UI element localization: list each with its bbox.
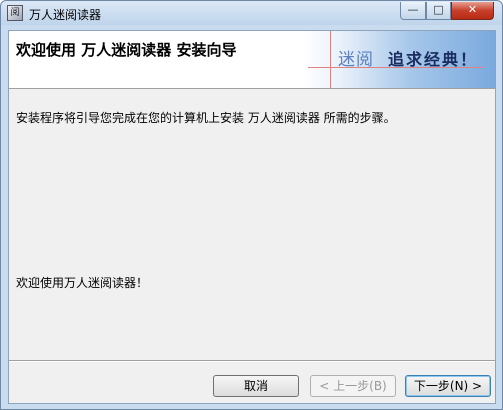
intro-text: 安装程序将引导您完成在您的计算机上安装 万人迷阅读器 所需的步骤。 [16,111,396,125]
banner-slogan-text: 追求经典！ [388,50,479,69]
app-icon: 阅 [7,5,23,21]
back-button[interactable]: < 上一步(B) [310,375,396,397]
window-title: 万人迷阅读器 [29,8,102,22]
title-bar[interactable]: 阅 万人迷阅读器 — □ ✕ [1,1,502,25]
wizard-client-area: 欢迎使用 万人迷阅读器 安装向导 迷阅 追求经典！ 安装程序将引导您完成在您的计… [8,30,496,404]
cancel-button[interactable]: 取消 [213,375,299,397]
next-button[interactable]: 下一步(N) > [405,375,491,397]
installer-window: 阅 万人迷阅读器 — □ ✕ 欢迎使用 万人迷阅读器 安装向导 迷阅 追求经典！… [0,0,503,410]
banner-vertical-line [330,31,331,88]
maximize-button[interactable]: □ [426,2,451,20]
minimize-button[interactable]: — [400,2,426,20]
wizard-header: 欢迎使用 万人迷阅读器 安装向导 迷阅 追求经典！ [9,31,495,89]
banner-brand-text: 迷阅 [338,50,374,70]
header-banner-image: 迷阅 追求经典！ [302,31,495,88]
welcome-text: 欢迎使用万人迷阅读器！ [16,276,149,290]
footer-divider [9,360,495,362]
page-title: 欢迎使用 万人迷阅读器 安装向导 [16,41,237,59]
close-button[interactable]: ✕ [451,2,494,20]
